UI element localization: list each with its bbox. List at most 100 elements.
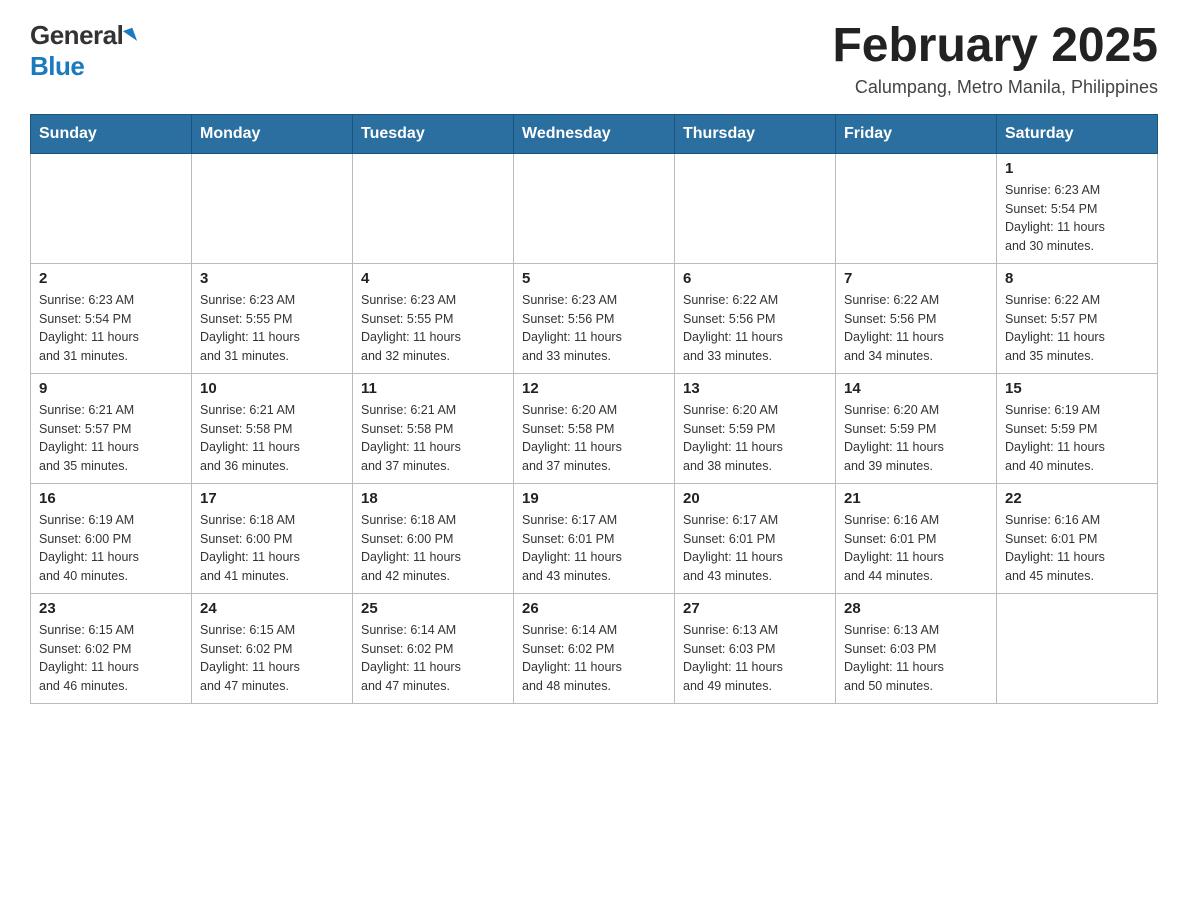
day-number: 19 <box>522 490 666 507</box>
calendar-week-row: 16Sunrise: 6:19 AM Sunset: 6:00 PM Dayli… <box>31 483 1158 593</box>
day-info-text: Sunrise: 6:20 AM Sunset: 5:58 PM Dayligh… <box>522 401 666 476</box>
calendar-day-cell: 9 Sunrise: 6:21 AM Sunset: 5:57 PM Daylig… <box>31 373 192 483</box>
calendar-day-cell: 13 Sunrise: 6:20 AM Sunset: 5:59 PM Dayli… <box>675 373 836 483</box>
day-number: 3 <box>200 270 344 287</box>
day-info-text: Sunrise: 6:15 AM Sunset: 6:02 PM Dayligh… <box>39 621 183 696</box>
calendar-header-saturday: Saturday <box>997 114 1158 153</box>
day-number: 22 <box>1005 490 1149 507</box>
calendar-header-thursday: Thursday <box>675 114 836 153</box>
day-info-text: Sunrise: 6:18 AM Sunset: 6:00 PM Dayligh… <box>200 511 344 586</box>
logo-general-text: General <box>30 20 123 51</box>
calendar-day-cell: 10 Sunrise: 6:21 AM Sunset: 5:58 PM Dayli… <box>192 373 353 483</box>
logo-blue-text: Blue <box>30 51 84 82</box>
calendar-day-cell: 23 Sunrise: 6:15 AM Sunset: 6:02 PM Dayli… <box>31 593 192 703</box>
day-number: 23 <box>39 600 183 617</box>
calendar-day-cell: 27 Sunrise: 6:13 AM Sunset: 6:03 PM Dayli… <box>675 593 836 703</box>
calendar-day-cell: 6Sunrise: 6:22 AM Sunset: 5:56 PM Daylig… <box>675 263 836 373</box>
day-info-text: Sunrise: 6:23 AM Sunset: 5:56 PM Dayligh… <box>522 291 666 366</box>
calendar-day-cell: 16Sunrise: 6:19 AM Sunset: 6:00 PM Dayli… <box>31 483 192 593</box>
logo-arrow-icon <box>123 27 137 44</box>
calendar-day-cell: 28 Sunrise: 6:13 AM Sunset: 6:03 PM Dayli… <box>836 593 997 703</box>
calendar-day-cell: 19 Sunrise: 6:17 AM Sunset: 6:01 PM Dayli… <box>514 483 675 593</box>
month-year-title: February 2025 <box>832 20 1158 73</box>
calendar-table: SundayMondayTuesdayWednesdayThursdayFrid… <box>30 114 1158 704</box>
calendar-day-cell: 5 Sunrise: 6:23 AM Sunset: 5:56 PM Daylig… <box>514 263 675 373</box>
day-number: 7 <box>844 270 988 287</box>
day-info-text: Sunrise: 6:15 AM Sunset: 6:02 PM Dayligh… <box>200 621 344 696</box>
day-info-text: Sunrise: 6:13 AM Sunset: 6:03 PM Dayligh… <box>683 621 827 696</box>
day-number: 20 <box>683 490 827 507</box>
day-number: 8 <box>1005 270 1149 287</box>
day-info-text: Sunrise: 6:23 AM Sunset: 5:54 PM Dayligh… <box>1005 181 1149 256</box>
day-number: 18 <box>361 490 505 507</box>
calendar-day-cell: 17 Sunrise: 6:18 AM Sunset: 6:00 PM Dayli… <box>192 483 353 593</box>
calendar-header-monday: Monday <box>192 114 353 153</box>
day-number: 10 <box>200 380 344 397</box>
day-info-text: Sunrise: 6:21 AM Sunset: 5:58 PM Dayligh… <box>361 401 505 476</box>
day-number: 13 <box>683 380 827 397</box>
calendar-day-cell: 3 Sunrise: 6:23 AM Sunset: 5:55 PM Daylig… <box>192 263 353 373</box>
day-number: 28 <box>844 600 988 617</box>
calendar-day-cell: 20 Sunrise: 6:17 AM Sunset: 6:01 PM Dayli… <box>675 483 836 593</box>
calendar-day-cell: 18 Sunrise: 6:18 AM Sunset: 6:00 PM Dayli… <box>353 483 514 593</box>
day-number: 26 <box>522 600 666 617</box>
day-number: 25 <box>361 600 505 617</box>
day-info-text: Sunrise: 6:14 AM Sunset: 6:02 PM Dayligh… <box>522 621 666 696</box>
day-number: 6 <box>683 270 827 287</box>
day-info-text: Sunrise: 6:20 AM Sunset: 5:59 PM Dayligh… <box>683 401 827 476</box>
calendar-day-cell <box>514 153 675 263</box>
day-number: 21 <box>844 490 988 507</box>
calendar-day-cell <box>836 153 997 263</box>
day-info-text: Sunrise: 6:19 AM Sunset: 6:00 PM Dayligh… <box>39 511 183 586</box>
logo: General Blue <box>30 20 135 82</box>
calendar-day-cell: 1 Sunrise: 6:23 AM Sunset: 5:54 PM Daylig… <box>997 153 1158 263</box>
day-info-text: Sunrise: 6:16 AM Sunset: 6:01 PM Dayligh… <box>844 511 988 586</box>
day-info-text: Sunrise: 6:13 AM Sunset: 6:03 PM Dayligh… <box>844 621 988 696</box>
title-block: February 2025 Calumpang, Metro Manila, P… <box>832 20 1158 98</box>
day-number: 15 <box>1005 380 1149 397</box>
day-info-text: Sunrise: 6:17 AM Sunset: 6:01 PM Dayligh… <box>683 511 827 586</box>
calendar-day-cell <box>31 153 192 263</box>
day-info-text: Sunrise: 6:21 AM Sunset: 5:57 PM Dayligh… <box>39 401 183 476</box>
calendar-day-cell: 26 Sunrise: 6:14 AM Sunset: 6:02 PM Dayli… <box>514 593 675 703</box>
calendar-week-row: 2 Sunrise: 6:23 AM Sunset: 5:54 PM Daylig… <box>31 263 1158 373</box>
day-info-text: Sunrise: 6:18 AM Sunset: 6:00 PM Dayligh… <box>361 511 505 586</box>
calendar-day-cell <box>192 153 353 263</box>
calendar-header-sunday: Sunday <box>31 114 192 153</box>
day-info-text: Sunrise: 6:23 AM Sunset: 5:55 PM Dayligh… <box>200 291 344 366</box>
calendar-week-row: 9 Sunrise: 6:21 AM Sunset: 5:57 PM Daylig… <box>31 373 1158 483</box>
calendar-day-cell: 7Sunrise: 6:22 AM Sunset: 5:56 PM Daylig… <box>836 263 997 373</box>
calendar-day-cell: 8Sunrise: 6:22 AM Sunset: 5:57 PM Daylig… <box>997 263 1158 373</box>
calendar-day-cell: 21 Sunrise: 6:16 AM Sunset: 6:01 PM Dayli… <box>836 483 997 593</box>
day-number: 27 <box>683 600 827 617</box>
day-number: 5 <box>522 270 666 287</box>
calendar-day-cell: 4Sunrise: 6:23 AM Sunset: 5:55 PM Daylig… <box>353 263 514 373</box>
calendar-day-cell <box>675 153 836 263</box>
page-header: General Blue February 2025 Calumpang, Me… <box>30 20 1158 98</box>
calendar-week-row: 23 Sunrise: 6:15 AM Sunset: 6:02 PM Dayli… <box>31 593 1158 703</box>
calendar-header-tuesday: Tuesday <box>353 114 514 153</box>
day-number: 2 <box>39 270 183 287</box>
calendar-header-wednesday: Wednesday <box>514 114 675 153</box>
day-number: 9 <box>39 380 183 397</box>
calendar-day-cell <box>997 593 1158 703</box>
day-number: 12 <box>522 380 666 397</box>
day-info-text: Sunrise: 6:21 AM Sunset: 5:58 PM Dayligh… <box>200 401 344 476</box>
day-info-text: Sunrise: 6:16 AM Sunset: 6:01 PM Dayligh… <box>1005 511 1149 586</box>
calendar-day-cell: 12 Sunrise: 6:20 AM Sunset: 5:58 PM Dayli… <box>514 373 675 483</box>
calendar-header-row: SundayMondayTuesdayWednesdayThursdayFrid… <box>31 114 1158 153</box>
location-subtitle: Calumpang, Metro Manila, Philippines <box>832 77 1158 98</box>
day-number: 14 <box>844 380 988 397</box>
calendar-day-cell: 24Sunrise: 6:15 AM Sunset: 6:02 PM Dayli… <box>192 593 353 703</box>
day-number: 1 <box>1005 160 1149 177</box>
day-info-text: Sunrise: 6:23 AM Sunset: 5:54 PM Dayligh… <box>39 291 183 366</box>
day-number: 17 <box>200 490 344 507</box>
calendar-header-friday: Friday <box>836 114 997 153</box>
day-info-text: Sunrise: 6:17 AM Sunset: 6:01 PM Dayligh… <box>522 511 666 586</box>
calendar-day-cell: 2 Sunrise: 6:23 AM Sunset: 5:54 PM Daylig… <box>31 263 192 373</box>
calendar-day-cell: 11Sunrise: 6:21 AM Sunset: 5:58 PM Dayli… <box>353 373 514 483</box>
calendar-day-cell: 15 Sunrise: 6:19 AM Sunset: 5:59 PM Dayli… <box>997 373 1158 483</box>
calendar-day-cell: 14Sunrise: 6:20 AM Sunset: 5:59 PM Dayli… <box>836 373 997 483</box>
day-info-text: Sunrise: 6:19 AM Sunset: 5:59 PM Dayligh… <box>1005 401 1149 476</box>
day-info-text: Sunrise: 6:23 AM Sunset: 5:55 PM Dayligh… <box>361 291 505 366</box>
